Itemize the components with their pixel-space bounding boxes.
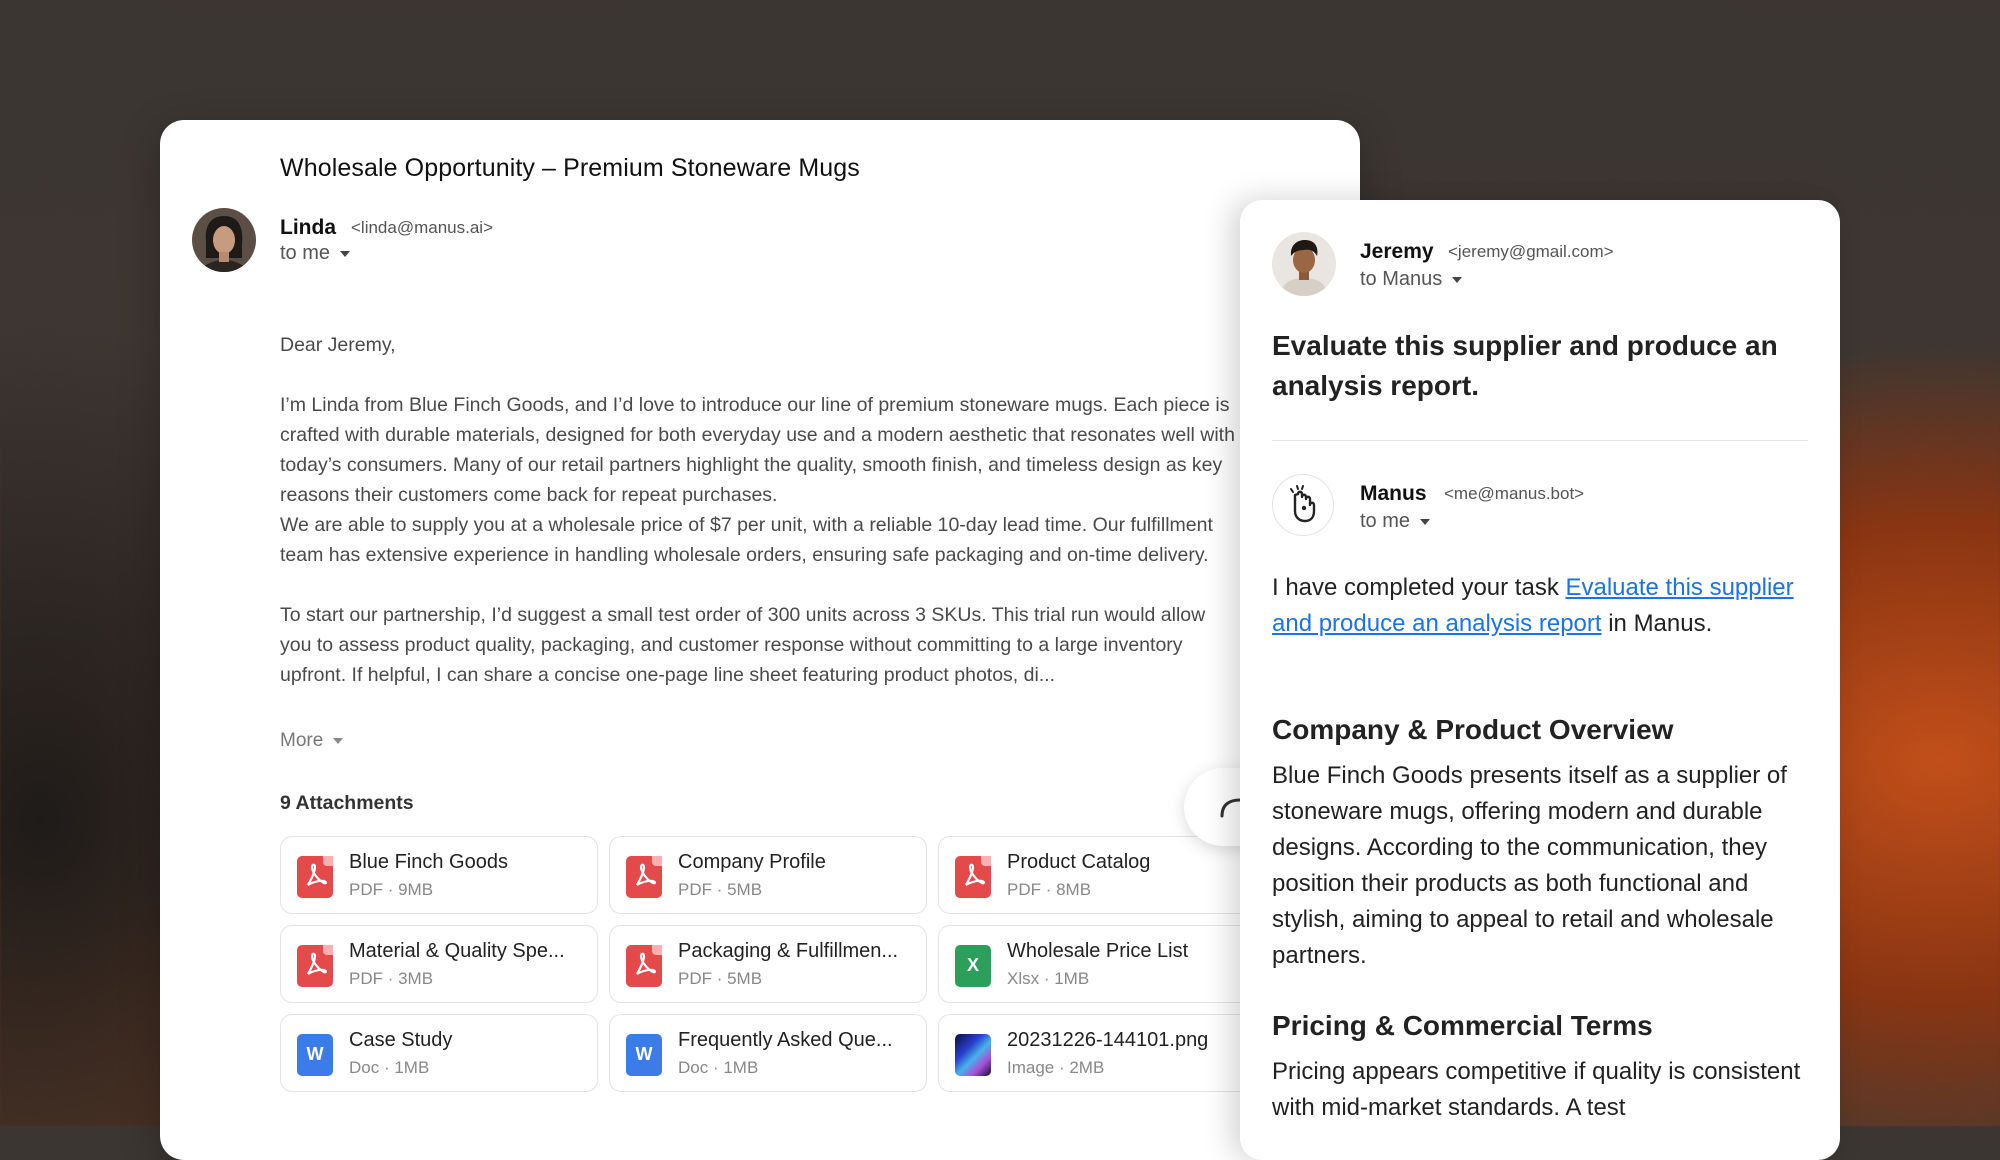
pdf-file-icon	[297, 945, 333, 987]
attachment-meta: Image · 2MB	[1007, 1058, 1105, 1077]
attachment-name: Material & Quality Spe...	[349, 940, 565, 962]
divider	[1272, 440, 1808, 441]
document-file-icon: W	[297, 1034, 333, 1076]
attachment-item[interactable]: W Case Study Doc · 1MB	[280, 1014, 598, 1092]
document-file-icon: W	[626, 1034, 662, 1076]
attachment-name: Packaging & Fulfillmen...	[678, 940, 899, 962]
attachment-name: Company Profile	[678, 851, 826, 873]
forwarded-email-card: Jeremy <jeremy@gmail.com> to Manus Evalu…	[1240, 200, 1840, 1160]
reply-intro: I have completed your task Evaluate this…	[1272, 570, 1812, 642]
document-glyph: W	[635, 1044, 653, 1064]
attachment-meta: PDF · 8MB	[1007, 880, 1092, 899]
section-heading: Pricing & Commercial Terms	[1272, 1010, 1653, 1041]
pdf-file-icon	[626, 945, 662, 987]
body-paragraph: I’m Linda from Blue Finch Goods, and I’d…	[280, 394, 1235, 506]
recipient-label: to me	[280, 242, 331, 264]
attachment-meta: Doc · 1MB	[349, 1058, 430, 1077]
section-text: Pricing appears competitive if quality i…	[1272, 1058, 1801, 1121]
more-toggle[interactable]: More	[280, 730, 344, 752]
reply-recipient-toggle[interactable]: to me	[1360, 510, 1431, 533]
attachment-item[interactable]: X Wholesale Price List Xlsx · 1MB	[938, 925, 1256, 1003]
document-glyph: W	[306, 1044, 324, 1064]
forwarder-recipient-label: to Manus	[1360, 268, 1443, 290]
forwarder-name[interactable]: Jeremy	[1360, 240, 1434, 264]
body-paragraph: We are able to supply you at a wholesale…	[280, 514, 1213, 566]
attachment-meta: Xlsx · 1MB	[1007, 969, 1090, 988]
email-subject: Wholesale Opportunity – Premium Stonewar…	[280, 154, 860, 182]
chevron-down-icon	[340, 250, 351, 257]
forwarder-email: <jeremy@gmail.com>	[1448, 242, 1614, 261]
manus-avatar[interactable]	[1272, 474, 1334, 536]
spreadsheet-glyph: X	[966, 955, 979, 975]
sender-avatar[interactable]	[192, 208, 256, 272]
attachment-item[interactable]: W Frequently Asked Que... Doc · 1MB	[609, 1014, 927, 1092]
image-file-icon	[955, 1034, 991, 1076]
attachment-name: 20231226-144101.png	[1007, 1029, 1209, 1051]
spreadsheet-file-icon: X	[955, 945, 991, 987]
recipient-toggle[interactable]: to me	[280, 242, 351, 265]
section-heading: Company & Product Overview	[1272, 714, 1674, 745]
reply-sender-name[interactable]: Manus	[1360, 482, 1427, 506]
attachment-item[interactable]: Blue Finch Goods PDF · 9MB	[280, 836, 598, 914]
chevron-down-icon	[1452, 276, 1463, 283]
greeting: Dear Jeremy,	[280, 334, 396, 356]
attachment-name: Blue Finch Goods	[349, 851, 508, 873]
attachments-title: 9 Attachments	[280, 792, 414, 814]
attachment-item[interactable]: 20231226-144101.png Image · 2MB	[938, 1014, 1256, 1092]
sender-email: <linda@manus.ai>	[351, 218, 494, 237]
attachment-item[interactable]: Product Catalog PDF · 8MB	[938, 836, 1256, 914]
more-label: More	[280, 730, 324, 751]
attachment-name: Case Study	[349, 1029, 453, 1051]
forwarder-avatar[interactable]	[1272, 232, 1336, 296]
attachment-name: Frequently Asked Que...	[678, 1029, 893, 1051]
attachment-item[interactable]: Material & Quality Spe... PDF · 3MB	[280, 925, 598, 1003]
pdf-file-icon	[297, 856, 333, 898]
chevron-down-icon	[333, 737, 344, 744]
attachment-meta: Doc · 1MB	[678, 1058, 759, 1077]
sender-name[interactable]: Linda	[280, 216, 336, 240]
section-text: Blue Finch Goods presents itself as a su…	[1272, 762, 1787, 969]
manus-hand-icon	[1290, 485, 1316, 523]
email-body: Dear Jeremy, I’m Linda from Blue Finch G…	[280, 330, 1240, 690]
attachment-item[interactable]: Company Profile PDF · 5MB	[609, 836, 927, 914]
attachment-name: Product Catalog	[1007, 851, 1151, 873]
attachment-meta: PDF · 3MB	[349, 969, 434, 988]
reply-intro-suffix: in Manus.	[1601, 610, 1713, 637]
pdf-file-icon	[626, 856, 662, 898]
incoming-email-card: Wholesale Opportunity – Premium Stonewar…	[160, 120, 1360, 1160]
forwarder-recipient-toggle[interactable]: to Manus	[1360, 268, 1463, 291]
attachment-meta: PDF · 5MB	[678, 969, 763, 988]
attachment-meta: PDF · 9MB	[349, 880, 434, 899]
attachment-item[interactable]: Packaging & Fulfillmen... PDF · 5MB	[609, 925, 927, 1003]
attachment-name: Wholesale Price List	[1007, 940, 1189, 962]
chevron-down-icon	[1420, 518, 1431, 525]
reply-recipient-label: to me	[1360, 510, 1411, 532]
reply-intro-text: I have completed your task	[1272, 574, 1566, 601]
attachment-meta: PDF · 5MB	[678, 880, 763, 899]
body-paragraph: To start our partnership, I’d suggest a …	[280, 604, 1206, 686]
forwarded-request: Evaluate this supplier and produce an an…	[1272, 330, 1778, 401]
pdf-file-icon	[955, 856, 991, 898]
reply-sender-email: <me@manus.bot>	[1444, 484, 1585, 503]
